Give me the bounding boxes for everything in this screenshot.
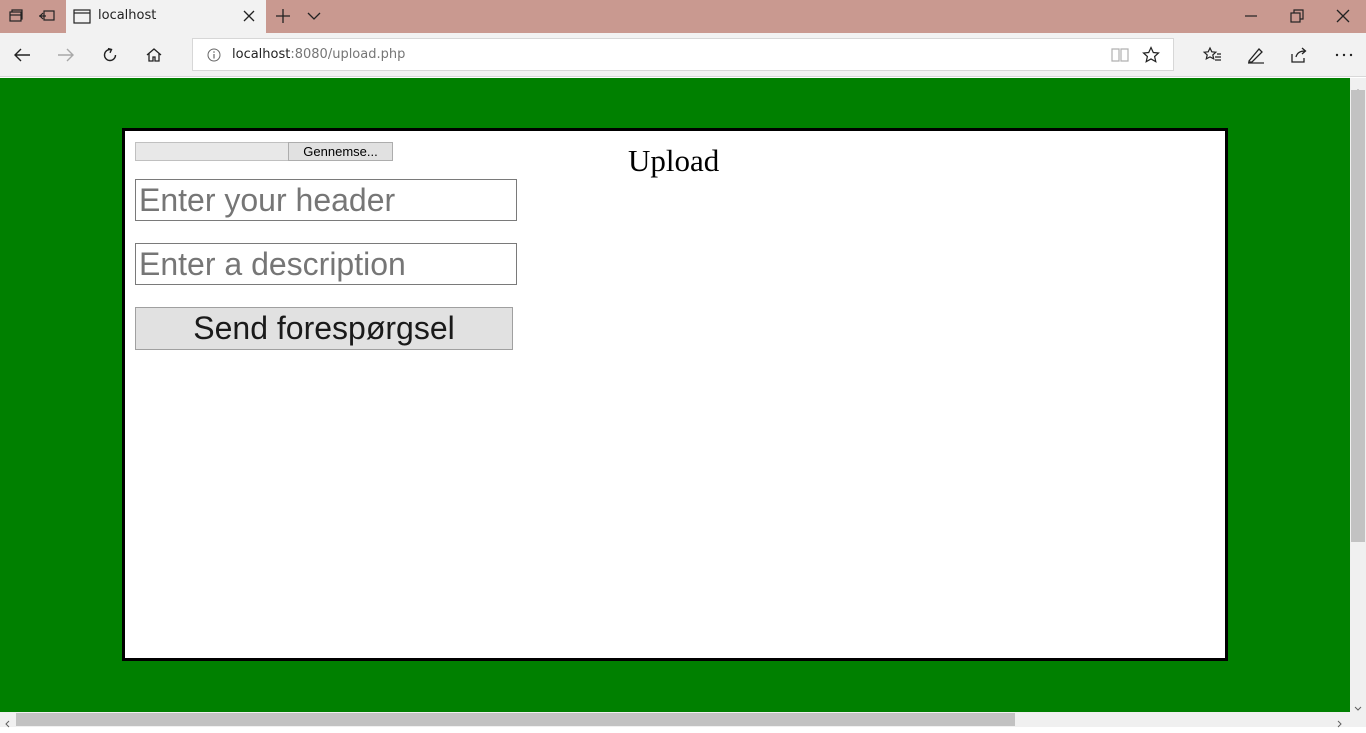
home-icon[interactable] <box>144 45 164 65</box>
minimize-icon[interactable] <box>1243 8 1259 24</box>
refresh-icon[interactable] <box>100 45 120 65</box>
reading-view-icon <box>1111 47 1129 68</box>
tab-preview-chevron-icon[interactable] <box>306 8 322 29</box>
back-icon[interactable] <box>12 45 32 65</box>
vertical-scroll-thumb[interactable] <box>1351 90 1365 542</box>
restore-icon[interactable] <box>1289 8 1305 24</box>
header-input[interactable] <box>135 179 517 221</box>
scroll-right-icon[interactable] <box>1337 715 1343 733</box>
description-input[interactable] <box>135 243 517 285</box>
navigation-bar: localhost:8080/upload.php <box>0 33 1366 77</box>
forward-icon <box>56 45 76 65</box>
new-tab-icon[interactable] <box>275 8 291 29</box>
submit-button[interactable]: Send forespørgsel <box>135 307 513 350</box>
vertical-scrollbar[interactable] <box>1350 78 1366 712</box>
title-bar: localhost <box>0 0 1366 33</box>
share-icon[interactable] <box>1289 45 1309 65</box>
scroll-left-icon[interactable] <box>4 715 10 733</box>
tab-manager-icon[interactable] <box>7 7 25 25</box>
file-path-field[interactable] <box>135 142 288 161</box>
address-bar[interactable]: localhost:8080/upload.php <box>192 38 1174 71</box>
url-text: localhost:8080/upload.php <box>232 47 405 62</box>
horizontal-scrollbar[interactable] <box>0 712 1350 728</box>
scrollbar-corner <box>1350 712 1366 727</box>
page-viewport: Gennemse... Upload Send forespørgsel <box>0 78 1350 712</box>
web-note-icon[interactable] <box>1246 45 1266 65</box>
tab-localhost[interactable]: localhost <box>66 0 266 33</box>
page-title: Upload <box>628 143 720 178</box>
browse-button[interactable]: Gennemse... <box>288 142 393 161</box>
page-icon <box>73 9 91 29</box>
more-icon[interactable] <box>1334 45 1354 65</box>
url-path: :8080/upload.php <box>290 47 406 62</box>
set-aside-tabs-icon[interactable] <box>38 7 56 25</box>
site-info-icon[interactable] <box>207 48 221 67</box>
close-tab-icon[interactable] <box>242 9 256 28</box>
upload-panel: Gennemse... Upload Send forespørgsel <box>122 128 1228 661</box>
url-host: localhost <box>232 47 291 62</box>
horizontal-scroll-thumb[interactable] <box>16 713 1015 726</box>
favorites-hub-icon[interactable] <box>1202 45 1222 65</box>
file-input[interactable]: Gennemse... <box>135 142 393 161</box>
favorite-star-icon[interactable] <box>1142 46 1160 69</box>
close-window-icon[interactable] <box>1335 8 1351 24</box>
tab-title: localhost <box>98 8 157 23</box>
